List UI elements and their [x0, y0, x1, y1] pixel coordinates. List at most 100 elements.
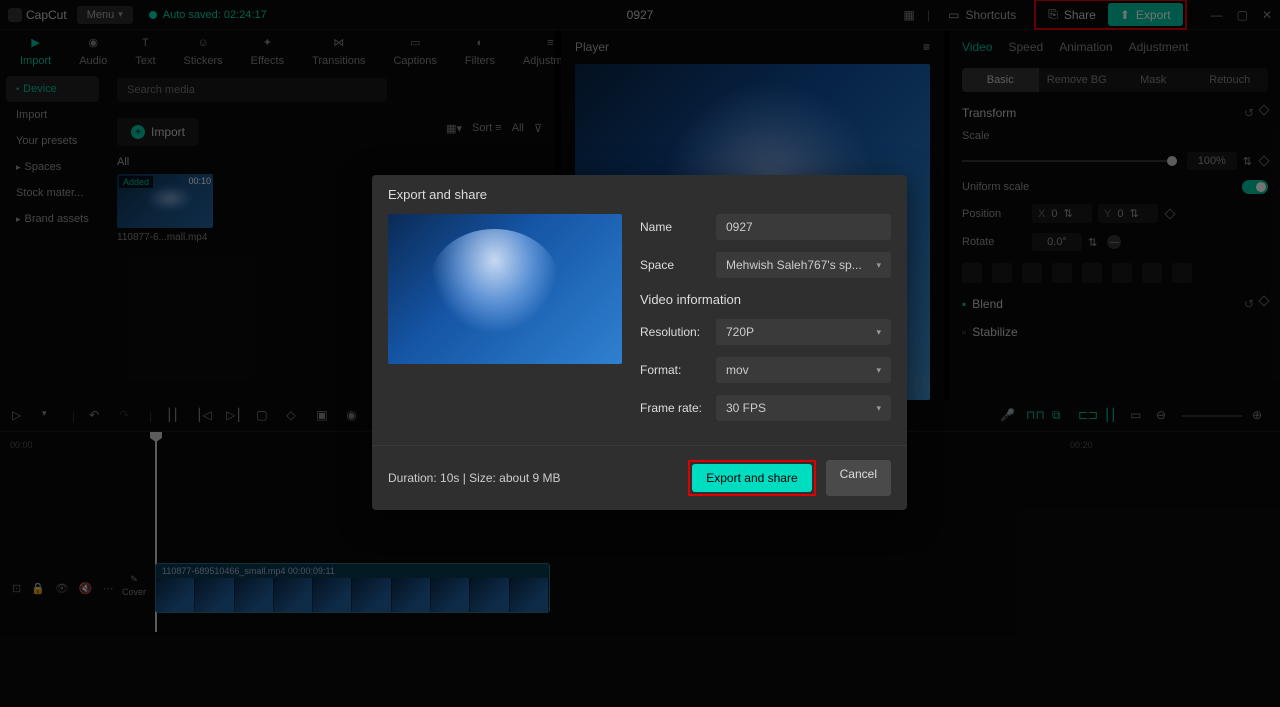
maximize-icon[interactable]: ▢	[1237, 8, 1248, 22]
export-button[interactable]: ⬆ Export	[1108, 3, 1183, 26]
position-keyframe-icon[interactable]	[1164, 208, 1175, 219]
space-label: Space	[640, 258, 716, 272]
pointer-icon[interactable]: ▷	[12, 408, 28, 424]
mute-icon[interactable]: 🔇	[79, 582, 93, 595]
format-select[interactable]: mov▾	[716, 357, 891, 383]
trim-right-icon[interactable]: ▷⎮	[226, 408, 242, 424]
reset-icon[interactable]: ↺	[1244, 106, 1254, 120]
prop-tab-adjustment[interactable]: Adjustment	[1129, 40, 1189, 54]
link-icon[interactable]: ⧉	[1052, 408, 1068, 424]
more-icon[interactable]: ⋯	[103, 582, 114, 595]
filter-icon[interactable]: ⊽	[534, 122, 542, 135]
tab-import[interactable]: ▶Import	[6, 31, 65, 70]
fullscreen-icon[interactable]: ⛶	[914, 377, 924, 394]
tab-text[interactable]: TText	[121, 31, 169, 70]
tab-stickers[interactable]: ☺Stickers	[170, 31, 237, 70]
blend-keyframe-icon[interactable]	[1258, 295, 1269, 306]
position-y-input[interactable]: Y0⇅	[1098, 204, 1158, 223]
align-distribute-icon[interactable]	[1142, 263, 1162, 283]
zoom-slider[interactable]	[1182, 415, 1242, 417]
sidebar-item-spaces[interactable]: ▸Spaces	[6, 154, 99, 180]
align-top-icon[interactable]	[1052, 263, 1072, 283]
category-all-label: All	[117, 156, 542, 168]
magnet-icon[interactable]: ⊓⊓	[1026, 408, 1042, 424]
snap-icon[interactable]: ⊏⊐	[1078, 408, 1094, 424]
sidebar-item-stock[interactable]: Stock mater...	[6, 180, 99, 206]
view-grid-icon[interactable]: ▦▾	[446, 122, 462, 135]
prop-tab-video[interactable]: Video	[962, 40, 992, 54]
zoom-in-icon[interactable]: ⊕	[1252, 408, 1268, 424]
undo-icon[interactable]: ↶	[89, 408, 105, 424]
split-icon[interactable]: ⎮⎮	[166, 408, 182, 424]
sort-button[interactable]: Sort ≡	[472, 122, 502, 134]
subtab-removebg[interactable]: Remove BG	[1039, 68, 1116, 92]
scale-slider[interactable]	[962, 160, 1177, 162]
align-center-v-icon[interactable]	[1082, 263, 1102, 283]
preview-icon[interactable]: ⎮⎮	[1104, 408, 1120, 424]
reverse-icon[interactable]: ◉	[346, 408, 362, 424]
sidebar-item-presets[interactable]: Your presets	[6, 128, 99, 154]
keyframe-icon[interactable]	[1258, 104, 1269, 115]
align-left-icon[interactable]	[962, 263, 982, 283]
framerate-select[interactable]: 30 FPS▾	[716, 395, 891, 421]
export-and-share-button[interactable]: Export and share	[692, 464, 811, 492]
tab-captions[interactable]: ▭Captions	[379, 31, 450, 70]
rotate-dial-icon[interactable]: —	[1107, 235, 1121, 249]
sidebar-item-import[interactable]: Import	[6, 102, 99, 128]
cancel-button[interactable]: Cancel	[826, 460, 891, 496]
delete-icon[interactable]: ▢	[256, 408, 272, 424]
scale-value[interactable]: 100%	[1187, 152, 1237, 170]
redo-icon[interactable]: ↷	[119, 408, 135, 424]
duplicate-icon[interactable]: ▣	[316, 408, 332, 424]
pointer-dropdown-icon[interactable]: ▾	[42, 408, 58, 424]
lock-icon[interactable]: ⊡	[12, 582, 21, 595]
scale-keyframe-icon[interactable]	[1258, 155, 1269, 166]
tab-filters[interactable]: ◐Filters	[451, 31, 509, 70]
rotate-value[interactable]: 0.0°	[1032, 233, 1082, 251]
tab-transitions[interactable]: ⋈Transitions	[298, 31, 379, 70]
export-info: Duration: 10s | Size: about 9 MB	[388, 471, 561, 485]
sidebar-item-brand[interactable]: ▸Brand assets	[6, 206, 99, 232]
subtab-basic[interactable]: Basic	[962, 68, 1039, 92]
trim-left-icon[interactable]: ⎮◁	[196, 408, 212, 424]
eye-icon[interactable]: 👁	[55, 582, 69, 595]
tab-effects[interactable]: ✦Effects	[237, 31, 298, 70]
player-label: Player	[575, 40, 609, 54]
media-thumbnail[interactable]: Added00:10 110877-6...mall.mp4	[117, 174, 213, 243]
filter-all-button[interactable]: All	[512, 122, 524, 134]
sidebar-item-device[interactable]: •Device	[6, 76, 99, 102]
prop-tab-speed[interactable]: Speed	[1008, 40, 1043, 54]
prop-tab-animation[interactable]: Animation	[1059, 40, 1112, 54]
blend-reset-icon[interactable]: ↺	[1244, 297, 1254, 311]
monitor-icon[interactable]: ▭	[1130, 408, 1146, 424]
menu-button[interactable]: Menu▾	[77, 6, 133, 24]
layout-icon[interactable]: ▦	[901, 7, 917, 23]
crop-icon[interactable]: ◇	[286, 408, 302, 424]
align-right-icon[interactable]	[1022, 263, 1042, 283]
resolution-select[interactable]: 720P▾	[716, 319, 891, 345]
timeline-clip[interactable]: 110877-689510466_small.mp4 00:00:09:11	[155, 563, 550, 613]
align-center-h-icon[interactable]	[992, 263, 1012, 283]
app-logo: CapCut	[8, 8, 67, 22]
lock2-icon[interactable]: 🔒	[31, 582, 45, 595]
share-button[interactable]: ⎘ Share	[1038, 3, 1106, 26]
close-icon[interactable]: ✕	[1262, 8, 1272, 22]
zoom-out-icon[interactable]: ⊖	[1156, 408, 1172, 424]
tab-audio[interactable]: ◉Audio	[65, 31, 121, 70]
cover-button[interactable]: ✎Cover	[122, 574, 146, 597]
align-distribute2-icon[interactable]	[1172, 263, 1192, 283]
clip-label: 110877-689510466_small.mp4 00:00:09:11	[156, 564, 549, 578]
name-input[interactable]	[716, 214, 891, 240]
space-select[interactable]: Mehwish Saleh767's sp...▾	[716, 252, 891, 278]
search-input[interactable]	[117, 78, 387, 102]
subtab-retouch[interactable]: Retouch	[1192, 68, 1269, 92]
import-button[interactable]: +Import	[117, 118, 199, 146]
uniform-toggle[interactable]	[1242, 180, 1268, 194]
shortcuts-button[interactable]: ▭ Shortcuts	[940, 4, 1024, 26]
position-x-input[interactable]: X0⇅	[1032, 204, 1092, 223]
subtab-mask[interactable]: Mask	[1115, 68, 1192, 92]
mic-icon[interactable]: 🎤	[1000, 408, 1016, 424]
player-menu-icon[interactable]: ≡	[923, 40, 930, 54]
minimize-icon[interactable]: —	[1211, 8, 1223, 22]
align-bottom-icon[interactable]	[1112, 263, 1132, 283]
